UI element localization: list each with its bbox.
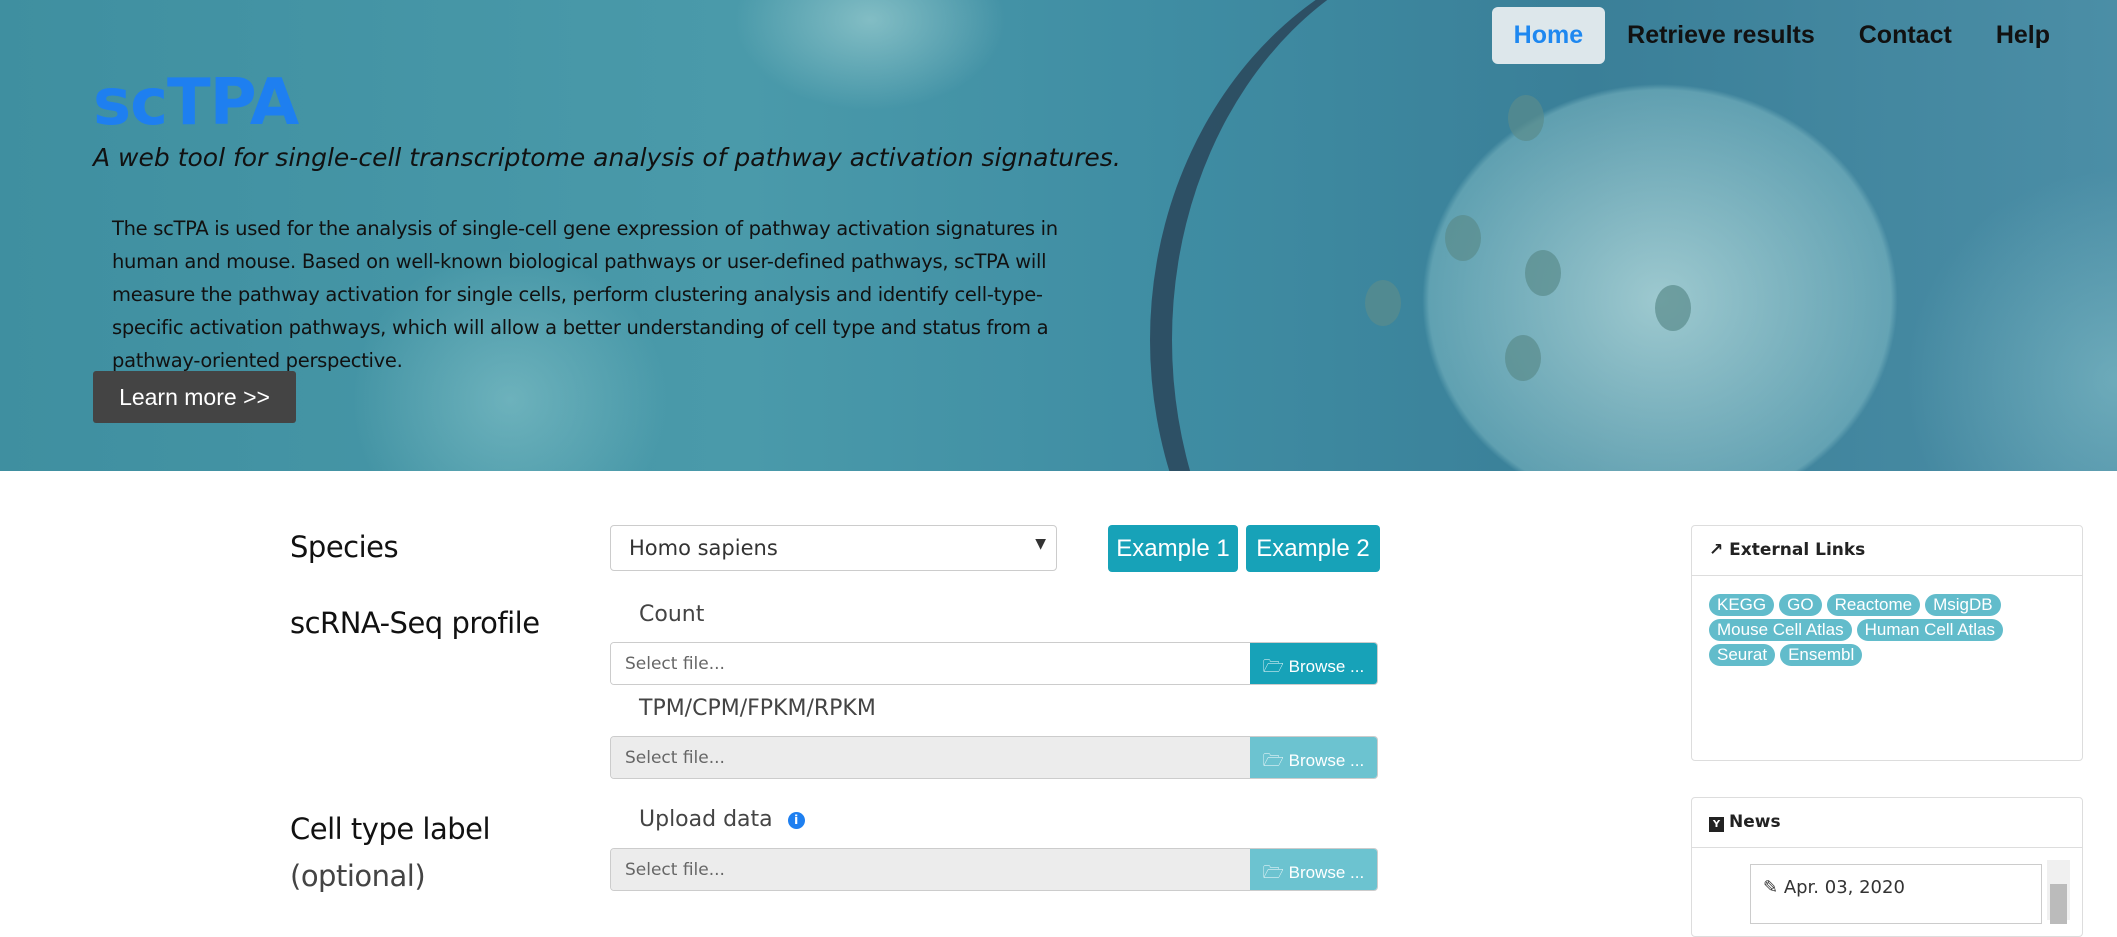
news-icon: Y [1709,817,1724,832]
optional-label: (optional) [290,859,426,893]
example2-button[interactable]: Example 2 [1246,525,1380,572]
tpm-file-field[interactable]: Select file... [611,737,1250,778]
decorative-node [1508,95,1544,141]
decorative-node [1505,335,1541,381]
caret-down-icon: ▼ [1035,536,1046,552]
hero-banner: Home Retrieve results Contact Help scTPA… [0,0,2117,471]
tpm-file-input[interactable]: Select file... 🗁 Browse ... [610,736,1378,779]
external-link-icon: ↗ [1709,540,1730,560]
celltype-file-input[interactable]: Select file... 🗁 Browse ... [610,848,1378,891]
example1-button[interactable]: Example 1 [1108,525,1238,572]
news-scrollbar[interactable] [2047,860,2070,924]
description: The scTPA is used for the analysis of si… [112,217,1058,372]
tpm-label: TPM/CPM/FPKM/RPKM [639,696,876,721]
pencil-icon: ✎ [1763,877,1784,898]
external-links-title: External Links [1729,540,1866,560]
news-panel: Y News ✎ Apr. 03, 2020 [1691,797,2083,937]
decorative-node [1525,250,1561,296]
tpm-browse-button[interactable]: 🗁 Browse ... [1250,737,1377,778]
link-go[interactable]: GO [1779,594,1822,616]
link-seurat[interactable]: Seurat [1709,644,1776,666]
count-browse-button[interactable]: 🗁 Browse ... [1250,643,1377,684]
link-msigdb[interactable]: MsigDB [1925,594,2001,616]
celltype-browse-button[interactable]: 🗁 Browse ... [1250,849,1377,890]
link-human-cell-atlas[interactable]: Human Cell Atlas [1856,619,2004,641]
learn-more-button[interactable]: Learn more >> [93,371,296,423]
celltype-file-field[interactable]: Select file... [611,849,1250,890]
nav-contact[interactable]: Contact [1837,7,1974,64]
folder-open-icon: 🗁 [1262,751,1289,770]
link-mouse-cell-atlas[interactable]: Mouse Cell Atlas [1709,619,1852,641]
nav-help[interactable]: Help [1974,7,2072,64]
folder-open-icon: 🗁 [1262,657,1289,676]
count-label: Count [639,602,705,627]
link-kegg[interactable]: KEGG [1709,594,1775,616]
scrollbar-thumb[interactable] [2050,884,2067,924]
decorative-node [1445,215,1481,261]
decorative-arc [1150,0,1850,471]
species-select[interactable]: Homo sapiens ▼ [610,525,1057,571]
link-ensembl[interactable]: Ensembl [1780,644,1863,666]
top-nav: Home Retrieve results Contact Help [1491,7,2117,64]
celltype-label: Cell type label [290,812,491,846]
count-file-field[interactable]: Select file... [611,643,1250,684]
decorative-node [1365,280,1401,326]
species-label: Species [290,530,399,564]
nav-retrieve-results[interactable]: Retrieve results [1605,7,1837,64]
site-title: scTPA [93,66,299,140]
tagline: A web tool for single-cell transcriptome… [93,143,1121,172]
external-links-panel: ↗ External Links KEGG GO Reactome MsigDB… [1691,525,2083,761]
folder-open-icon: 🗁 [1262,863,1289,882]
profile-label: scRNA-Seq profile [290,606,540,640]
news-date: Apr. 03, 2020 [1783,877,1905,898]
species-value: Homo sapiens [629,536,778,560]
news-title: News [1729,812,1781,832]
decorative-node [1655,285,1691,331]
info-icon[interactable]: i [787,811,805,829]
link-reactome[interactable]: Reactome [1826,594,1921,616]
news-item: ✎ Apr. 03, 2020 [1750,864,2042,924]
nav-home[interactable]: Home [1491,7,1606,64]
count-file-input[interactable]: Select file... 🗁 Browse ... [610,642,1378,685]
upload-label: Upload data i [639,807,805,832]
